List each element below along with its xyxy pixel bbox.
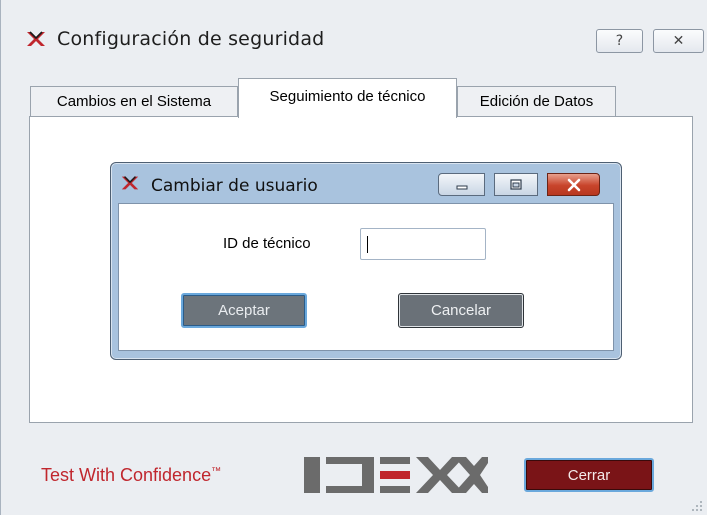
trademark-symbol: ™ bbox=[211, 466, 222, 477]
dialog-title: Cambiar de usuario bbox=[151, 176, 318, 196]
window-title: Configuración de seguridad bbox=[57, 28, 325, 50]
idexx-logo bbox=[304, 457, 488, 493]
cancel-button[interactable]: Cancelar bbox=[398, 293, 524, 328]
tagline: Test With Confidence™ bbox=[41, 465, 221, 486]
question-icon: ? bbox=[615, 33, 624, 49]
tab-edicion-datos[interactable]: Edición de Datos bbox=[457, 86, 616, 116]
help-button[interactable]: ? bbox=[596, 29, 643, 53]
tab-label: Seguimiento de técnico bbox=[269, 88, 426, 105]
close-icon: ✕ bbox=[672, 33, 685, 49]
tab-label: Edición de Datos bbox=[479, 93, 594, 110]
close-label: Cerrar bbox=[567, 466, 611, 484]
resize-grip-icon[interactable] bbox=[691, 500, 703, 512]
tab-seguimiento-tecnico[interactable]: Seguimiento de técnico bbox=[238, 78, 457, 118]
title-bar[interactable]: Configuración de seguridad ? ✕ bbox=[1, 0, 707, 80]
minimize-button[interactable] bbox=[438, 173, 485, 196]
tagline-text: Test With Confidence bbox=[41, 465, 212, 485]
app-logo-icon bbox=[120, 173, 140, 193]
close-button[interactable]: Cerrar bbox=[524, 458, 654, 492]
dialog-body: ID de técnico Aceptar Cancelar bbox=[118, 203, 614, 351]
technician-id-input[interactable] bbox=[360, 228, 486, 260]
maximize-button[interactable] bbox=[494, 173, 538, 196]
change-user-dialog: Cambiar de usuario ID de técnico Aceptar… bbox=[110, 162, 622, 360]
app-logo-icon bbox=[25, 28, 47, 50]
security-config-window: Configuración de seguridad ? ✕ Cambios e… bbox=[0, 0, 707, 515]
maximize-icon bbox=[510, 178, 522, 190]
minimize-icon bbox=[456, 185, 467, 189]
accept-label: Aceptar bbox=[218, 302, 270, 319]
close-dialog-button[interactable] bbox=[547, 173, 600, 196]
technician-id-label: ID de técnico bbox=[223, 235, 311, 252]
tab-label: Cambios en el Sistema bbox=[56, 93, 212, 110]
cancel-label: Cancelar bbox=[430, 302, 492, 319]
close-icon bbox=[567, 178, 580, 191]
text-caret bbox=[367, 236, 368, 253]
tab-cambios-sistema[interactable]: Cambios en el Sistema bbox=[30, 86, 238, 116]
accept-button[interactable]: Aceptar bbox=[181, 293, 307, 328]
close-window-button[interactable]: ✕ bbox=[653, 29, 704, 53]
